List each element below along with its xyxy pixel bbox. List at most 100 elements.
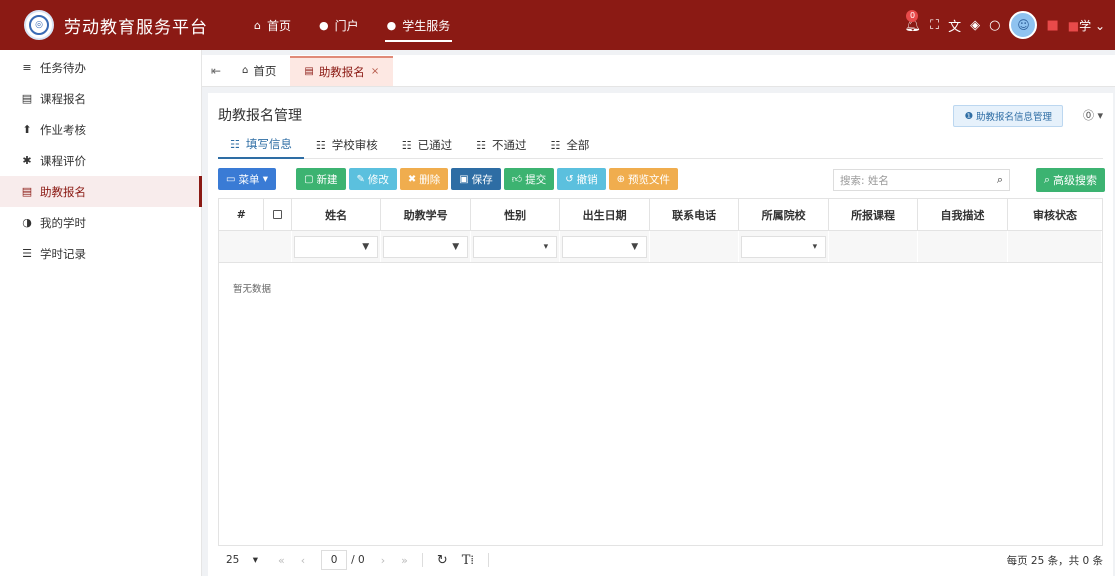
nav-student-services[interactable]: ● 学生服务: [373, 0, 465, 50]
col-phone[interactable]: 联系电话: [650, 199, 740, 230]
tab-bar: ⇤ ⌂ 首页 ▤ 助教报名 ×: [202, 55, 1115, 87]
search-icon[interactable]: ⌕: [997, 173, 1003, 187]
text-size-icon[interactable]: T⁞: [462, 552, 474, 568]
undo-icon: ↺: [565, 173, 574, 185]
list-icon: ☷: [550, 138, 561, 152]
search-input[interactable]: 搜索: 姓名 ⌕: [833, 169, 1010, 191]
advanced-search-button[interactable]: ⌕ 高级搜索: [1035, 168, 1105, 192]
menu-dropdown-button[interactable]: ▭ 菜单 ▾: [218, 168, 277, 190]
folder-icon: ▭: [226, 173, 236, 185]
home-icon: ⌂: [254, 18, 261, 32]
logo: ◎: [24, 10, 54, 40]
home-icon: ⌂: [242, 65, 249, 76]
avatar[interactable]: ☺: [1009, 11, 1038, 39]
save-button[interactable]: ▣ 保存: [451, 168, 501, 190]
info-icon: ❶: [964, 110, 973, 122]
col-birth-date[interactable]: 出生日期: [560, 199, 651, 230]
sidebar-item-my-hours[interactable]: ◑ 我的学时: [0, 207, 201, 238]
pagination: 25 ▾ « ‹ 0 / 0 › » ↻ T⁞ 每页 25 条，共 0 条: [218, 547, 1103, 573]
submit-button[interactable]: 👍︎ 提交: [503, 168, 555, 190]
select-all-checkbox[interactable]: [264, 199, 293, 230]
tab-rejected[interactable]: ☷ 不通过: [464, 131, 538, 159]
user-menu[interactable]: ■学 ⌄: [1068, 17, 1105, 34]
revoke-button[interactable]: ↺ 撤销: [557, 168, 606, 190]
col-review-status[interactable]: 审核状态: [1008, 199, 1102, 230]
app-title: 劳动教育服务平台: [64, 17, 208, 38]
filter-gender-select[interactable]: ▾: [473, 235, 558, 258]
col-name[interactable]: 姓名: [292, 199, 382, 230]
close-icon[interactable]: ×: [371, 66, 379, 77]
prev-page-icon[interactable]: ‹: [301, 554, 305, 567]
sidebar-item-tasks[interactable]: ≡ 任务待办: [0, 52, 201, 83]
filter-icon: ▼: [452, 241, 460, 252]
sidebar-item-course-signup[interactable]: ▤ 课程报名: [0, 83, 201, 114]
file-icon: ▢: [304, 173, 314, 185]
star-icon: ✱: [22, 154, 32, 167]
tab-home[interactable]: ⌂ 首页: [228, 56, 290, 86]
filter-name-input[interactable]: ▼: [294, 235, 379, 258]
empty-message: 暂无数据: [233, 284, 272, 295]
pie-icon: ◑: [22, 216, 32, 229]
filter-birth-date-input[interactable]: ▼: [562, 235, 648, 258]
list-icon: ☷: [476, 138, 486, 152]
chevron-down-icon: ▾: [543, 241, 549, 252]
page-size-select[interactable]: 25 ▾: [222, 550, 262, 570]
chevron-down-icon: ▾: [252, 554, 258, 566]
preview-file-button[interactable]: ⊕ 预览文件: [608, 168, 678, 190]
edit-icon: ✎: [356, 173, 365, 185]
zoom-icon: ⊕: [616, 173, 625, 185]
delete-button[interactable]: ✖ 删除: [399, 168, 449, 190]
sidebar-item-ta-signup[interactable]: ▤ 助教报名: [0, 176, 202, 207]
new-button[interactable]: ▢ 新建: [296, 168, 346, 190]
sidebar-item-assignments[interactable]: ⬆ 作业考核: [0, 114, 201, 145]
collapse-sidebar-icon[interactable]: ⇤: [204, 64, 228, 78]
info-management-button[interactable]: ❶ 助教报名信息管理: [953, 105, 1063, 127]
toolbar: ▭ 菜单 ▾ ▢ 新建 ✎ 修改 ✖ 删除 ▣ 保存 👍︎ 提交 ↺ 撤销 ⊕ 预览文件: [218, 168, 678, 192]
tab-ta-signup[interactable]: ▤ 助教报名 ×: [290, 55, 394, 86]
col-institution[interactable]: 所属院校: [739, 199, 830, 230]
sidebar-item-course-evaluation[interactable]: ✱ 课程评价: [0, 145, 201, 176]
status-tabs: ☷ 填写信息 ☷ 学校审核 ☷ 已通过 ☷ 不通过 ☷ 全部: [218, 131, 1103, 159]
main-panel: 助教报名管理 ❶ 助教报名信息管理 ⓪ ▾ ☷ 填写信息 ☷ 学校审核 ☷ 已通过 ☷ 不…: [208, 93, 1113, 576]
filter-institution-select[interactable]: ▾: [741, 235, 827, 258]
tab-all[interactable]: ☷ 全部: [539, 131, 602, 159]
translate-icon[interactable]: 文: [948, 16, 961, 35]
page-number-input[interactable]: 0: [321, 550, 348, 570]
fullscreen-icon[interactable]: ⛶: [930, 18, 939, 33]
top-right-tools: 🔔︎ 0 ⛶ 文 ◈ ○ ☺ ■ ■学 ⌄: [904, 0, 1105, 50]
tab-school-review[interactable]: ☷ 学校审核: [304, 131, 390, 159]
location-icon[interactable]: ◈: [970, 18, 980, 33]
card-icon: ▤: [21, 185, 33, 198]
filter-ta-id-input[interactable]: ▼: [383, 235, 469, 258]
sidebar-item-hour-records[interactable]: ☰ 学时记录: [0, 238, 201, 269]
card-icon: ▤: [304, 66, 314, 77]
next-page-icon[interactable]: ›: [381, 554, 385, 567]
save-icon: ▣: [459, 173, 469, 185]
top-nav: ⌂ 首页 ● 门户 ● 学生服务: [240, 0, 464, 50]
filter-row: ▼ ▼ ▾ ▼ ▾: [219, 231, 1102, 263]
tab-approved[interactable]: ☷ 已通过: [390, 131, 464, 159]
filter-icon: ▼: [631, 241, 639, 252]
col-course[interactable]: 所报课程: [829, 199, 919, 230]
col-self-description[interactable]: 自我描述: [918, 199, 1009, 230]
flag-icon[interactable]: ■: [1046, 18, 1058, 33]
nav-home[interactable]: ⌂ 首页: [240, 0, 305, 50]
tab-fill-info[interactable]: ☷ 填写信息: [218, 131, 304, 159]
list-icon: ☷: [230, 137, 240, 151]
total-pages: / 0: [351, 554, 365, 566]
pager-summary: 每页 25 条，共 0 条: [1006, 554, 1103, 567]
nav-portal[interactable]: ● 门户: [305, 0, 373, 50]
col-gender[interactable]: 性别: [471, 199, 561, 230]
last-page-icon[interactable]: »: [401, 554, 408, 567]
col-ta-id[interactable]: 助教学号: [381, 199, 472, 230]
table-header: # 姓名 助教学号 性别 出生日期 联系电话 所属院校 所报课程 自我描述 审核…: [219, 199, 1102, 231]
refresh-icon[interactable]: ○: [989, 18, 1000, 33]
menu-icon: ☰: [22, 247, 32, 260]
refresh-icon[interactable]: ↻: [437, 553, 448, 568]
bell-icon[interactable]: 🔔︎ 0: [904, 9, 921, 33]
help-menu[interactable]: ⓪ ▾: [1083, 107, 1103, 123]
edit-button[interactable]: ✎ 修改: [348, 168, 397, 190]
first-page-icon[interactable]: «: [278, 554, 285, 567]
upload-icon: ⬆: [22, 123, 32, 136]
help-icon: ⓪: [1082, 109, 1094, 122]
